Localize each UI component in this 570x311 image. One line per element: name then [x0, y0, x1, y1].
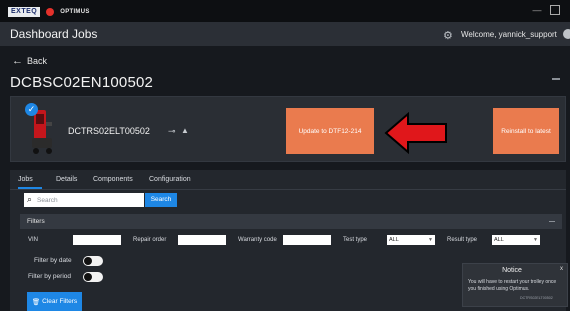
- chevron-down-icon: ▼: [428, 237, 433, 243]
- tab-details[interactable]: Details: [56, 176, 77, 183]
- exteq-logo: EXTEQ: [8, 6, 41, 17]
- bell-icon: ▲: [181, 126, 189, 135]
- clear-filters-label: Clear Filters: [42, 298, 78, 305]
- warranty-code-label: Warranty code: [238, 237, 277, 243]
- settings-gear-icon[interactable]: ⚙: [443, 29, 453, 42]
- red-arrow-annotation-icon: [384, 112, 447, 154]
- vin-label: VIN: [28, 237, 39, 243]
- clear-filters-button[interactable]: 🗑 Clear Filters: [27, 292, 82, 311]
- result-type-select[interactable]: ALL ▼: [492, 235, 540, 245]
- vin-field[interactable]: [73, 235, 121, 245]
- tab-components[interactable]: Components: [93, 176, 133, 183]
- back-arrow-icon: ←: [12, 55, 23, 67]
- filter-by-period-toggle[interactable]: [83, 272, 103, 282]
- search-icon: ⌕: [27, 194, 33, 204]
- reinstall-label: Reinstall to latest: [501, 127, 551, 135]
- device-title: DCBSC02EN100502: [10, 74, 154, 91]
- reinstall-button[interactable]: Reinstall to latest: [493, 108, 559, 154]
- filter-by-date-toggle[interactable]: [83, 256, 103, 266]
- welcome-text: Welcome, yannick_support: [461, 30, 557, 39]
- test-type-select[interactable]: ALL ▼: [387, 235, 435, 245]
- search-button[interactable]: Search: [145, 193, 177, 207]
- filters-title: Filters: [27, 218, 45, 225]
- close-icon[interactable]: x: [560, 266, 563, 272]
- optimus-logo-icon: [46, 7, 55, 16]
- back-label: Back: [27, 56, 48, 66]
- result-type-value: ALL: [494, 237, 504, 243]
- collapse-icon[interactable]: [552, 78, 560, 80]
- tab-divider: [10, 189, 566, 190]
- filters-collapse-icon[interactable]: [549, 221, 555, 222]
- check-icon[interactable]: ✓: [25, 103, 38, 116]
- warranty-code-field[interactable]: [283, 235, 331, 245]
- chevron-down-icon: ▼: [533, 237, 538, 243]
- repair-order-label: Repair order: [133, 237, 167, 243]
- search-input[interactable]: [37, 195, 141, 206]
- minimize-button[interactable]: —: [532, 5, 542, 15]
- update-button[interactable]: Update to DTF12-214: [286, 108, 374, 154]
- test-type-label: Test type: [343, 237, 368, 243]
- filter-by-period-label: Filter by period: [28, 273, 71, 280]
- notice-device-id: DCTRS02ELT00502: [520, 296, 553, 300]
- app-brand: EXTEQ OPTIMUS: [8, 6, 90, 17]
- notice-title: Notice: [502, 267, 522, 274]
- device-name: DCTRS02ELT00502: [68, 126, 150, 136]
- usb-icon: ⊸: [168, 126, 176, 136]
- update-label: Update to DTF12-214: [298, 127, 362, 135]
- filters-header[interactable]: [20, 214, 562, 229]
- trash-icon: 🗑: [31, 298, 41, 306]
- notice-text: You will have to restart your trolley on…: [468, 279, 557, 292]
- page-title: Dashboard Jobs: [10, 27, 98, 41]
- tab-jobs[interactable]: Jobs: [18, 176, 33, 183]
- user-icon[interactable]: [563, 29, 570, 39]
- filter-by-date-label: Filter by date: [34, 257, 72, 264]
- result-type-label: Result type: [447, 237, 478, 243]
- repair-order-field[interactable]: [178, 235, 226, 245]
- app-name: OPTIMUS: [60, 8, 90, 15]
- test-type-value: ALL: [389, 237, 399, 243]
- tab-configuration[interactable]: Configuration: [149, 176, 191, 183]
- maximize-button[interactable]: [550, 5, 560, 15]
- back-link[interactable]: ← Back: [12, 55, 47, 67]
- active-tab-indicator: [18, 187, 42, 189]
